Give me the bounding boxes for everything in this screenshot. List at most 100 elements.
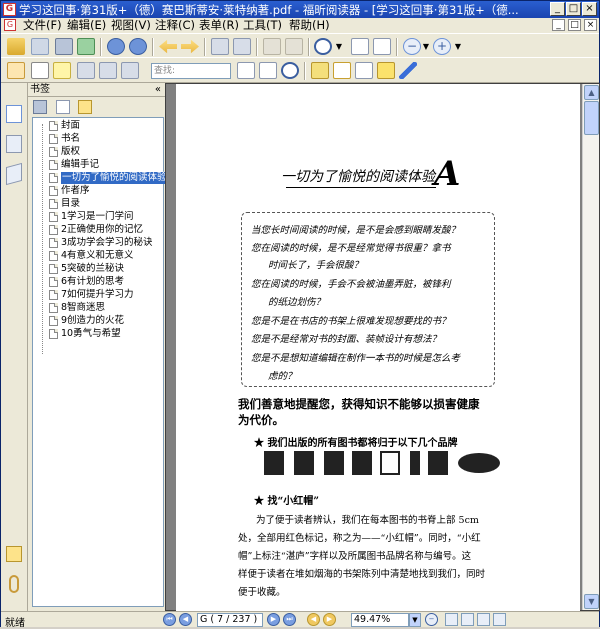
- question-line: 您是不是在书店的书架上很难发现想要找的书？: [251, 316, 451, 327]
- brand-logo: [352, 451, 372, 475]
- scroll-thumb[interactable]: [584, 101, 599, 135]
- arrow-tool-icon[interactable]: [399, 62, 417, 79]
- bookmark-label: 2正确使用你的记忆: [61, 224, 144, 235]
- zoom-in-dropdown-icon[interactable]: ▼: [453, 38, 463, 55]
- hand-tool-icon[interactable]: [7, 62, 25, 79]
- zoom-dropdown-icon[interactable]: ▼: [334, 38, 344, 55]
- scroll-up-button[interactable]: ▲: [584, 85, 599, 100]
- print-icon[interactable]: [55, 38, 73, 55]
- doc-icon[interactable]: G: [4, 19, 16, 31]
- page-icon: [49, 277, 58, 287]
- save-icon[interactable]: [31, 38, 49, 55]
- select-icon[interactable]: [53, 62, 71, 79]
- bookmark-label: 6有计划的思考: [61, 276, 125, 287]
- headline-letter: A: [434, 154, 461, 194]
- bookmark-label: 书名: [61, 133, 81, 144]
- collapse-panel-button[interactable]: «: [155, 83, 161, 97]
- menu-tools[interactable]: 工具(T): [243, 18, 282, 33]
- menu-view[interactable]: 视图(V): [111, 18, 151, 33]
- search-icon[interactable]: [281, 62, 299, 79]
- scroll-down-button[interactable]: ▼: [584, 594, 599, 609]
- note-icon[interactable]: [333, 62, 351, 79]
- doc-close-button[interactable]: ×: [584, 19, 597, 31]
- minimize-button[interactable]: _: [550, 2, 565, 16]
- select-text-icon[interactable]: [31, 62, 49, 79]
- comment-list-icon[interactable]: [355, 62, 373, 79]
- body-line: 处，全部用红色标记，称之为——“小红帽”。同时，“小红: [238, 533, 481, 544]
- headline-rule: [286, 187, 436, 188]
- bookmarks-tab-icon[interactable]: [6, 105, 22, 123]
- zoom-out-icon[interactable]: −: [403, 38, 421, 55]
- go-back-icon[interactable]: ◀: [307, 613, 320, 626]
- foxit-icon[interactable]: G: [3, 3, 16, 16]
- brand-logo: [458, 453, 500, 473]
- attachments-tab-icon[interactable]: [9, 575, 19, 593]
- open-icon[interactable]: [7, 38, 25, 55]
- find-prev-icon[interactable]: [237, 62, 255, 79]
- page-icon: [49, 316, 58, 326]
- last-page-icon[interactable]: ⏭: [283, 613, 296, 626]
- zoom-out-dropdown-icon[interactable]: ▼: [421, 38, 431, 55]
- fit-page-icon[interactable]: [351, 38, 369, 55]
- zoom-icon[interactable]: [314, 38, 332, 55]
- close-button[interactable]: ×: [582, 2, 597, 16]
- notice-line: 我们善意地提醒您，获得知识不能够以损害健康: [238, 397, 480, 411]
- zoom-field[interactable]: 49.47%: [351, 613, 409, 627]
- bookmark-label: 9创造力的火花: [61, 315, 125, 326]
- menu-form[interactable]: 表单(R): [199, 18, 239, 33]
- forward-icon[interactable]: [181, 39, 199, 54]
- next-page-icon[interactable]: ▶: [267, 613, 280, 626]
- typewriter-icon[interactable]: [99, 62, 117, 79]
- menu-help[interactable]: 帮助(H): [289, 18, 330, 33]
- facing-icon[interactable]: [477, 613, 490, 626]
- page-icon: [49, 134, 58, 144]
- image-icon[interactable]: [121, 62, 139, 79]
- vertical-scrollbar[interactable]: ▲ ▼: [582, 84, 599, 610]
- next-page-icon[interactable]: [129, 38, 147, 55]
- comments-tab-icon[interactable]: [6, 546, 22, 562]
- menu-file[interactable]: 文件(F): [23, 18, 62, 33]
- bookmarks-toolbar: [28, 98, 165, 117]
- maximize-button[interactable]: □: [566, 2, 581, 16]
- zoom-out-icon[interactable]: −: [425, 613, 438, 626]
- page-icon: [49, 251, 58, 261]
- zoom-dropdown-icon[interactable]: ▼: [409, 613, 421, 627]
- doc-restore-button[interactable]: □: [568, 19, 581, 31]
- doc-minimize-button[interactable]: _: [552, 19, 565, 31]
- brand-logo: [380, 451, 400, 475]
- go-forward-icon[interactable]: ▶: [323, 613, 336, 626]
- prev-page-icon[interactable]: [107, 38, 125, 55]
- continuous-facing-icon[interactable]: [493, 613, 506, 626]
- undo-icon[interactable]: [263, 38, 281, 55]
- back-icon[interactable]: [159, 39, 177, 54]
- page-icon: [49, 121, 58, 131]
- search-input[interactable]: 查找:: [151, 63, 231, 79]
- highlight-icon[interactable]: [311, 62, 329, 79]
- brand-logo: [410, 451, 420, 475]
- delete-bookmark-icon[interactable]: [33, 100, 47, 114]
- toolbar-separator: [304, 62, 306, 80]
- rotate-left-icon[interactable]: [211, 38, 229, 55]
- page-icon: [49, 186, 58, 196]
- rotate-right-icon[interactable]: [233, 38, 251, 55]
- continuous-icon[interactable]: [461, 613, 474, 626]
- single-page-icon[interactable]: [445, 613, 458, 626]
- callout-icon[interactable]: [377, 62, 395, 79]
- previous-page-icon[interactable]: ◀: [179, 613, 192, 626]
- email-icon[interactable]: [77, 38, 95, 55]
- pages-tab-icon[interactable]: [6, 135, 22, 153]
- add-bookmark-icon[interactable]: [56, 100, 70, 114]
- layers-tab-icon[interactable]: [6, 162, 22, 186]
- menu-edit[interactable]: 编辑(E): [67, 18, 106, 33]
- first-page-icon[interactable]: ⏮: [163, 613, 176, 626]
- fit-width-icon[interactable]: [373, 38, 391, 55]
- find-next-icon[interactable]: [259, 62, 277, 79]
- toolbar-tools: 查找:: [1, 57, 599, 83]
- brand-logo: [428, 451, 448, 475]
- zoom-in-icon[interactable]: +: [433, 38, 451, 55]
- snapshot-icon[interactable]: [77, 62, 95, 79]
- page-number-field[interactable]: G ( 7 / 237 ): [197, 613, 263, 627]
- menu-comment[interactable]: 注释(C): [155, 18, 195, 33]
- redo-icon[interactable]: [285, 38, 303, 55]
- expand-bookmark-icon[interactable]: [78, 100, 92, 114]
